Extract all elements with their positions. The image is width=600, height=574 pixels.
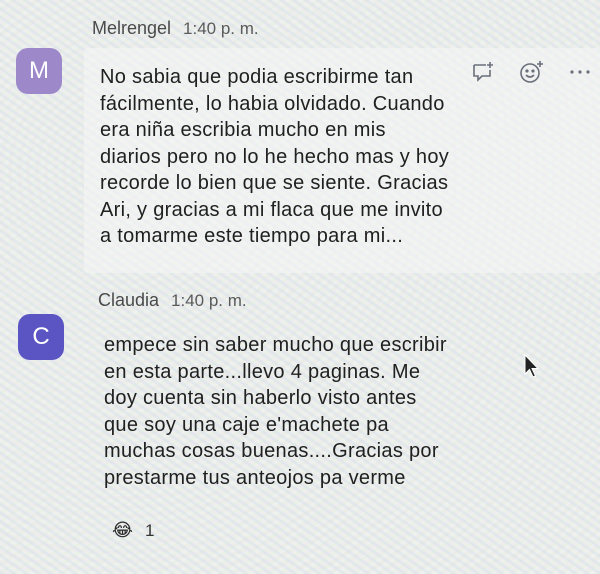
- reaction-pill[interactable]: 😂 1: [104, 518, 163, 543]
- timestamp[interactable]: 1:40 p. m.: [171, 291, 247, 311]
- reaction-count: 1: [145, 520, 155, 540]
- avatar-letter: C: [32, 323, 50, 350]
- author-name[interactable]: Claudia: [98, 290, 159, 311]
- laughing-tears-emoji-icon: 😂: [112, 520, 134, 540]
- message-text: empece sin saber mucho que escribir en e…: [104, 334, 447, 489]
- avatar[interactable]: C: [18, 314, 64, 360]
- message-header: Claudia 1:40 p. m.: [98, 290, 247, 311]
- mouse-pointer-icon: [524, 354, 540, 378]
- message-item[interactable]: C Claudia 1:40 p. m. empece sin saber mu…: [0, 0, 600, 574]
